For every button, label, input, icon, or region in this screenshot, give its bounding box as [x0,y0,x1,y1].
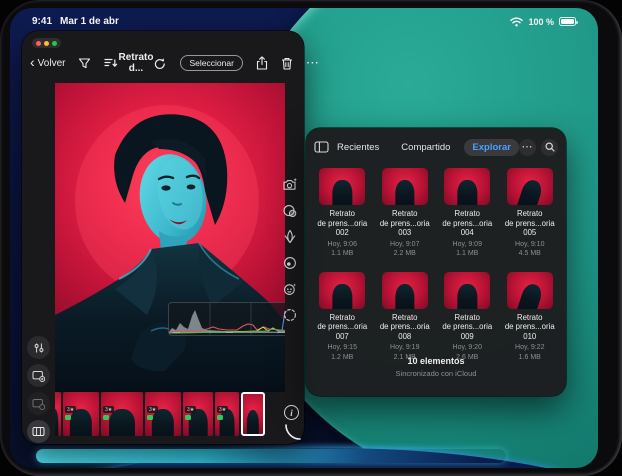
ipad-device-frame: 9:41 Mar 1 de abr 100 % [0,0,622,476]
more-icon: ⋯ [522,143,534,151]
browser-header: Recientes Compartido Explorar ⋯ [314,137,558,157]
retouch-icon[interactable] [282,280,299,297]
browser-tabs: Recientes Compartido Explorar [329,139,519,156]
photo-grid: Retratode prens...oria 002 Hoy, 9:061.1 … [315,168,557,362]
grid-item[interactable]: Retratode prens...oria 002 Hoy, 9:061.1 … [315,168,370,259]
progress-arc-icon [284,423,302,441]
photo-thumbnail[interactable] [444,168,490,205]
undo-icon[interactable] [153,57,167,70]
photo-thumbnail[interactable] [382,272,428,309]
search-icon [545,142,555,152]
share-icon[interactable] [256,56,268,70]
canvas-side-buttons [27,336,50,443]
photo-thumbnail[interactable] [444,272,490,309]
grid-item[interactable]: Retratode prens...oria 008 Hoy, 9:192.1 … [378,272,433,363]
editing-tool-rail [279,176,301,323]
photo-thumbnail[interactable] [507,272,553,309]
histogram-panel [168,302,285,336]
grid-item[interactable]: Retratode prens...oria 005 Hoy, 9:104.5 … [503,168,558,259]
filmstrip-thumbnail[interactable] [55,392,61,436]
search-button[interactable] [541,139,558,156]
apply-edits-button[interactable] [27,364,50,387]
more-button[interactable]: ⋯ [519,139,536,156]
rating-badge: 3★ [65,406,76,413]
wifi-icon [510,17,523,27]
rating-badge: 3★ [147,406,158,413]
grid-item[interactable]: Retratode prens...oria 003 Hoy, 9:072.2 … [378,168,433,259]
filmstrip-toggle-button[interactable] [27,420,50,443]
white-balance-icon[interactable] [282,254,299,271]
more-icon[interactable]: ⋯ [306,59,320,67]
filmstrip-thumbnail[interactable]: 3★ [215,392,239,436]
info-button[interactable]: i [284,405,299,420]
rating-badge: 3★ [217,406,228,413]
tab-recientes[interactable]: Recientes [329,139,387,156]
photo-browser-window: Recientes Compartido Explorar ⋯ Ret [306,128,566,396]
green-tag-icon [217,415,223,421]
window-zoom-icon[interactable] [52,41,57,46]
window-minimize-icon[interactable] [44,41,49,46]
rating-badge: 3★ [185,406,196,413]
grid-item[interactable]: Retratode prens...oria 004 Hoy, 9:091.1 … [440,168,495,259]
window-controls[interactable] [32,38,61,48]
filmstrip-thumbnail-selected[interactable] [241,392,265,436]
status-bar: 9:41 Mar 1 de abr 100 % [32,14,576,29]
sync-status: Sincronizado con iCloud [306,369,566,378]
histogram-tick-labels [173,332,285,334]
color-adjust-icon[interactable] [282,202,299,219]
sidebar-toggle-icon[interactable] [314,141,329,153]
select-button[interactable]: Seleccionar [180,55,242,71]
grid-item[interactable]: Retratode prens...oria 009 Hoy, 9:202.6 … [440,272,495,363]
photo-thumbnail[interactable] [382,168,428,205]
green-tag-icon [103,415,109,421]
ml-enhance-icon[interactable] [282,176,299,193]
browser-footer: 10 elementos Sincronizado con iCloud [306,356,566,378]
filmstrip-thumbnail[interactable]: 3★ [145,392,181,436]
copy-edits-button[interactable] [27,392,50,415]
tab-compartido[interactable]: Compartido [393,139,458,156]
back-label: Volver [38,58,66,69]
portrait-photo [55,83,285,392]
rating-badge: 3★ [103,406,114,413]
photo-thumbnail[interactable] [507,168,553,205]
sort-icon[interactable] [104,57,118,69]
editor-toolbar: ‹ Volver Retrato d... [30,50,296,76]
photo-canvas[interactable] [55,83,285,392]
trash-icon[interactable] [281,57,293,70]
photo-editor-window: ‹ Volver Retrato d... [22,31,304,444]
grid-item[interactable]: Retratode prens...oria 007 Hoy, 9:151.2 … [315,272,370,363]
back-button[interactable]: ‹ Volver [30,58,65,69]
green-tag-icon [185,415,191,421]
status-time: 9:41 [32,16,52,27]
green-tag-icon [147,415,153,421]
photo-thumbnail[interactable] [319,272,365,309]
adjust-sliders-button[interactable] [27,336,50,359]
item-count: 10 elementos [306,356,566,366]
ipad-screen: 9:41 Mar 1 de abr 100 % [10,8,598,468]
document-title: Retrato d... [118,52,153,74]
photo-thumbnail[interactable] [319,168,365,205]
ipad-marketing-shot: 9:41 Mar 1 de abr 100 % [0,0,622,476]
repair-icon[interactable] [282,306,299,323]
battery-percent: 100 % [528,17,554,27]
filmstrip-thumbnail[interactable]: 3★ [183,392,213,436]
tab-explorar[interactable]: Explorar [464,139,519,156]
wallpaper-cyan-glow [36,449,506,463]
window-close-icon[interactable] [36,41,41,46]
filmstrip: 3★ 3★ 3★ 3★ 3★ [55,391,281,437]
status-date: Mar 1 de abr [60,16,119,27]
green-tag-icon [65,415,71,421]
filter-icon[interactable] [78,57,91,70]
grid-item[interactable]: Retratode prens...oria 010 Hoy, 9:221.6 … [503,272,558,363]
aperture-icon[interactable] [282,228,299,245]
chevron-left-icon: ‹ [30,57,35,67]
filmstrip-thumbnail[interactable]: 3★ [101,392,143,436]
battery-icon [559,17,576,26]
filmstrip-thumbnail[interactable]: 3★ [63,392,99,436]
